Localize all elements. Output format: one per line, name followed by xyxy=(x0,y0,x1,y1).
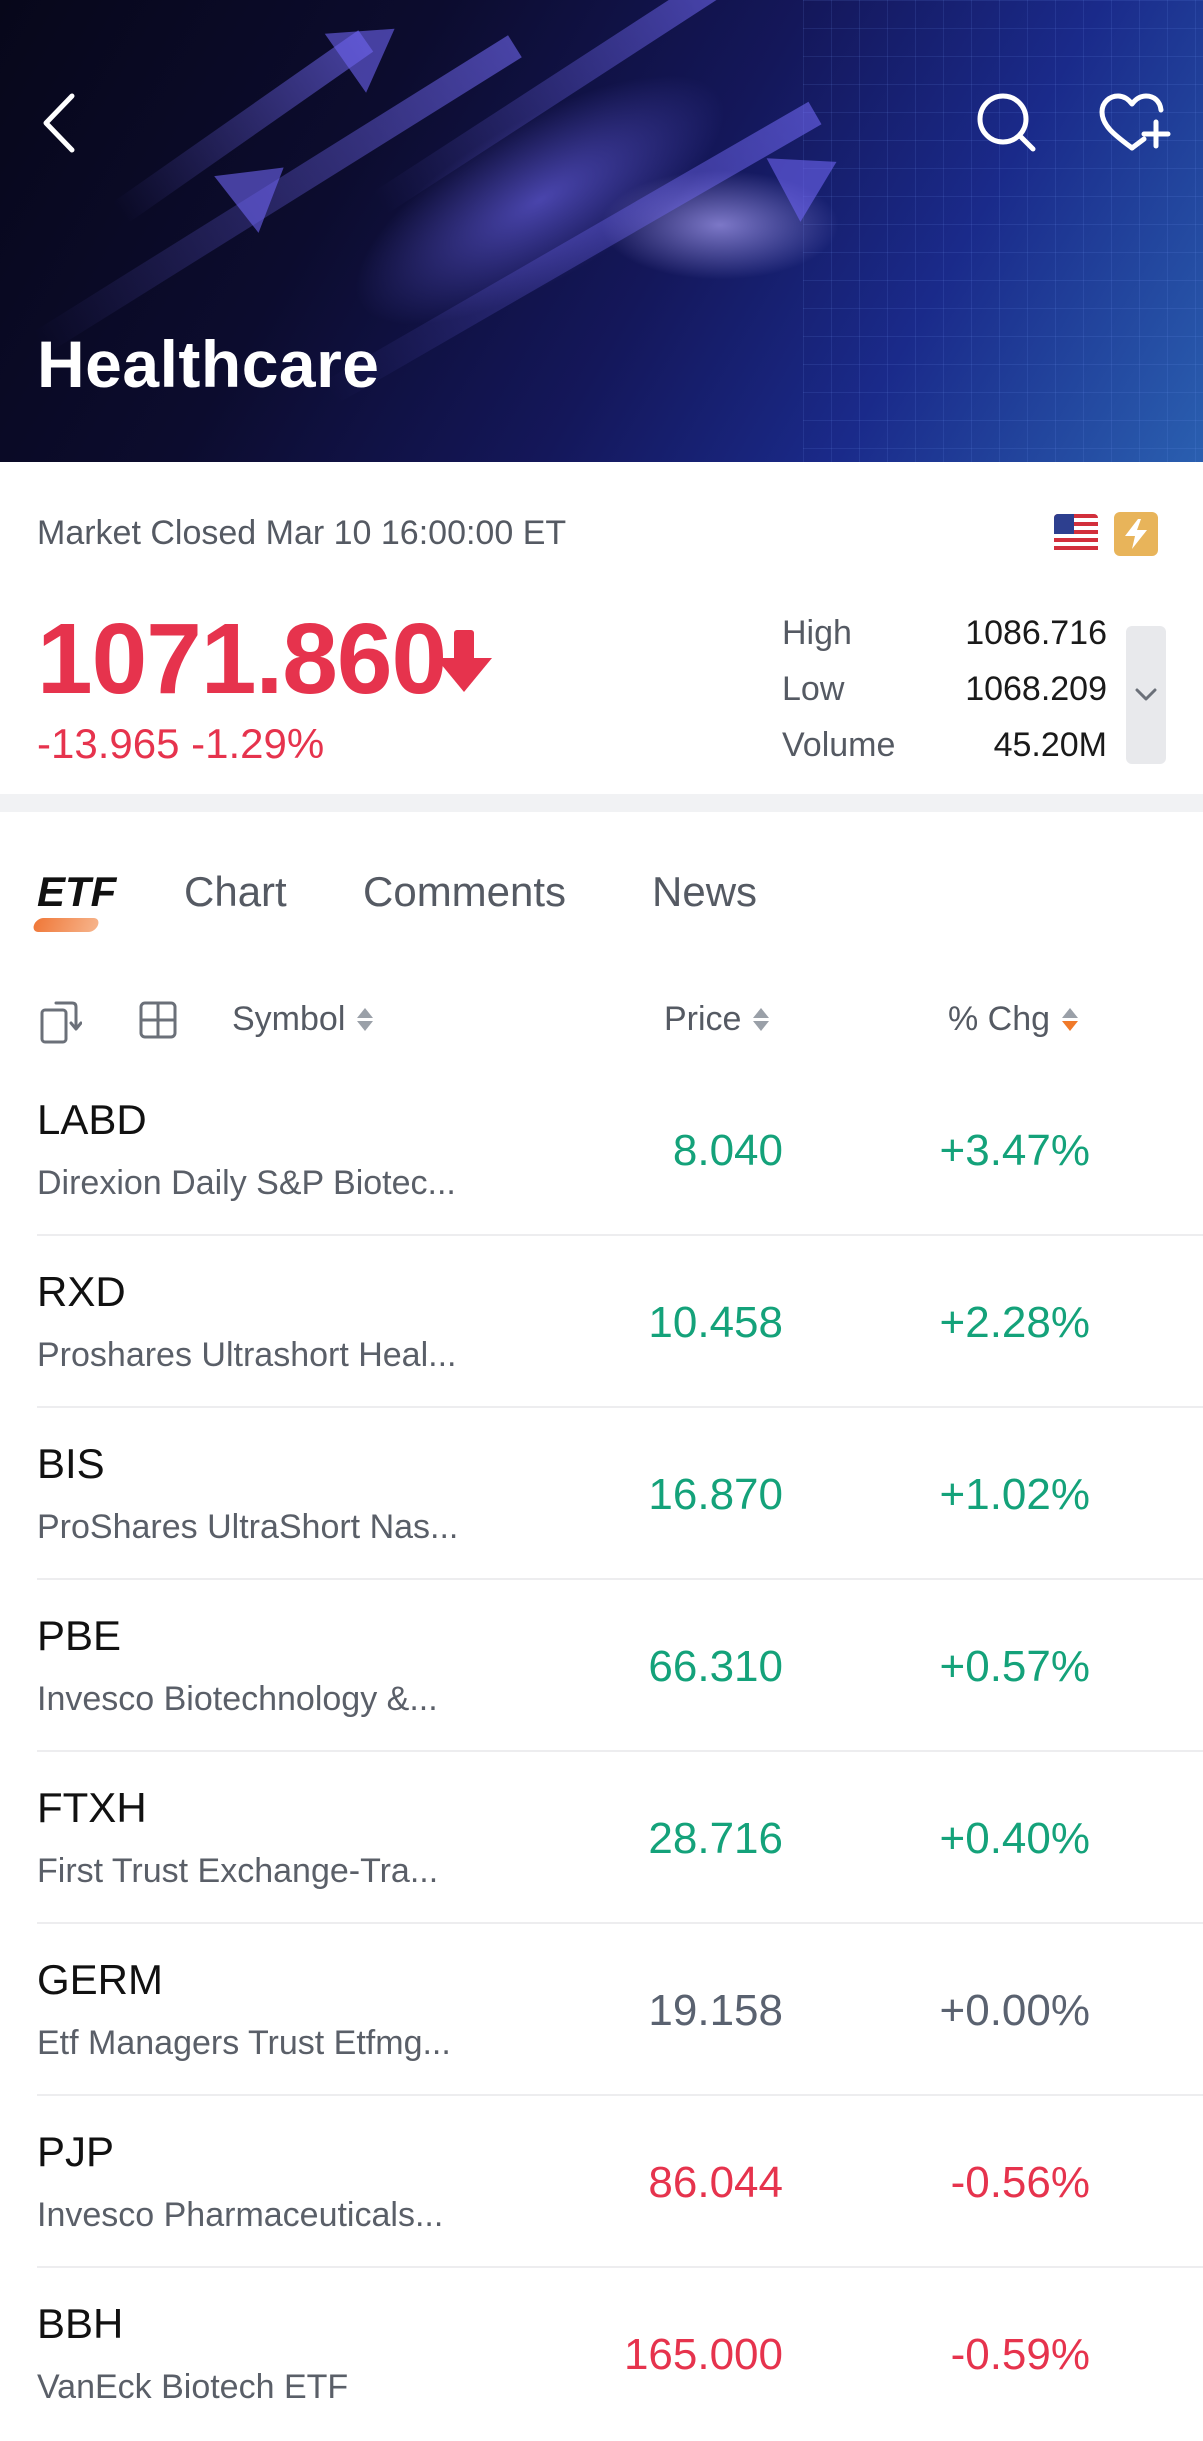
item-name: Direxion Daily S&P Biotec... xyxy=(37,1164,456,1202)
sort-icon xyxy=(753,1008,770,1031)
item-change: +1.02% xyxy=(939,1470,1090,1519)
stat-volume: Volume 45.20M xyxy=(782,726,1107,782)
heart-plus-icon xyxy=(1099,93,1171,151)
sort-symbol-button[interactable]: Symbol xyxy=(232,1000,374,1039)
grid-view-button[interactable] xyxy=(138,1000,178,1040)
column-label-symbol: Symbol xyxy=(232,1000,346,1038)
grid-icon xyxy=(139,1001,177,1039)
list-item[interactable]: FTXH First Trust Exchange-Tra... 28.716 … xyxy=(0,1752,1203,1924)
item-symbol: LABD xyxy=(37,1096,147,1143)
item-name: ProShares UltraShort Nas... xyxy=(37,1508,459,1546)
list-header: Symbol Price % Chg xyxy=(0,990,1203,1054)
item-name: Proshares Ultrashort Heal... xyxy=(37,1336,457,1374)
item-symbol: BIS xyxy=(37,1440,105,1487)
search-button[interactable] xyxy=(972,88,1042,158)
banner-arrow-decoration xyxy=(324,0,416,93)
stat-low: Low 1068.209 xyxy=(782,670,1107,726)
item-name: Etf Managers Trust Etfmg... xyxy=(37,2024,451,2062)
item-name: Invesco Biotechnology &... xyxy=(37,1680,438,1718)
item-symbol: RXD xyxy=(37,1268,126,1315)
rotate-view-button[interactable] xyxy=(38,998,82,1046)
sort-icon xyxy=(357,1008,374,1031)
price-stats: High 1086.716 Low 1068.209 Volume 45.20M xyxy=(782,614,1107,782)
stat-label: Volume xyxy=(782,726,896,764)
tab-chart[interactable]: Chart xyxy=(184,868,287,916)
item-symbol: BBH xyxy=(37,2300,124,2347)
item-price: 28.716 xyxy=(648,1814,783,1863)
list-item[interactable]: PBE Invesco Biotechnology &... 66.310 +0… xyxy=(0,1580,1203,1752)
tab-news[interactable]: News xyxy=(652,868,757,916)
stat-label: High xyxy=(782,614,852,652)
list-item[interactable]: RXD Proshares Ultrashort Heal... 10.458 … xyxy=(0,1236,1203,1408)
item-price: 19.158 xyxy=(648,1986,783,2035)
item-price: 66.310 xyxy=(648,1642,783,1691)
item-price: 86.044 xyxy=(648,2158,783,2207)
list-item[interactable]: BBH VanEck Biotech ETF 165.000 -0.59% xyxy=(0,2268,1203,2440)
price-down-arrow-icon xyxy=(434,628,494,699)
sort-change-button[interactable]: % Chg xyxy=(948,1000,1079,1039)
item-change: +3.47% xyxy=(939,1126,1090,1175)
item-symbol: GERM xyxy=(37,1956,163,2003)
market-status: Market Closed Mar 10 16:00:00 ET xyxy=(37,514,567,552)
tab-bar: ETF Chart Comments News xyxy=(0,868,1203,948)
list-item[interactable]: GERM Etf Managers Trust Etfmg... 19.158 … xyxy=(0,1924,1203,2096)
item-name: First Trust Exchange-Tra... xyxy=(37,1852,439,1890)
item-symbol: PBE xyxy=(37,1612,122,1659)
item-change: +0.00% xyxy=(939,1986,1090,2035)
item-change: +0.40% xyxy=(939,1814,1090,1863)
item-name: Invesco Pharmaceuticals... xyxy=(37,2196,444,2234)
stat-value: 45.20M xyxy=(993,726,1107,764)
column-label-price: Price xyxy=(664,1000,742,1038)
back-chevron-icon xyxy=(43,93,75,153)
stat-high: High 1086.716 xyxy=(782,614,1107,670)
item-symbol: FTXH xyxy=(37,1784,147,1831)
price-change: -13.965 -1.29% xyxy=(37,720,325,767)
item-price: 16.870 xyxy=(648,1470,783,1519)
item-price: 165.000 xyxy=(623,2330,783,2379)
header-banner: Healthcare xyxy=(0,0,1203,462)
stat-value: 1068.209 xyxy=(965,670,1107,708)
banner-grid-decoration xyxy=(803,0,1203,462)
item-change: +0.57% xyxy=(939,1642,1090,1691)
sort-price-button[interactable]: Price xyxy=(664,1000,770,1039)
last-price: 1071.860 xyxy=(37,603,447,715)
item-price: 8.040 xyxy=(672,1126,783,1175)
chevron-down-icon xyxy=(1135,688,1157,701)
etf-list: LABD Direxion Daily S&P Biotec... 8.040 … xyxy=(0,1064,1203,2440)
item-price: 10.458 xyxy=(648,1298,783,1347)
sort-active-icon xyxy=(1062,1008,1079,1031)
column-label-change: % Chg xyxy=(948,1000,1051,1038)
stat-label: Low xyxy=(782,670,845,708)
page-title: Healthcare xyxy=(37,327,380,401)
active-tab-indicator xyxy=(31,918,101,932)
list-item[interactable]: BIS ProShares UltraShort Nas... 16.870 +… xyxy=(0,1408,1203,1580)
item-symbol: PJP xyxy=(37,2128,115,2175)
item-change: -0.56% xyxy=(950,2158,1090,2207)
rotate-screen-icon xyxy=(40,1001,82,1044)
back-button[interactable] xyxy=(30,88,86,158)
item-name: VanEck Biotech ETF xyxy=(37,2368,349,2406)
add-to-watchlist-button[interactable] xyxy=(1094,88,1174,158)
us-flag-icon xyxy=(1054,514,1098,554)
tab-etf[interactable]: ETF xyxy=(37,868,116,916)
list-item[interactable]: PJP Invesco Pharmaceuticals... 86.044 -0… xyxy=(0,2096,1203,2268)
list-item[interactable]: LABD Direxion Daily S&P Biotec... 8.040 … xyxy=(0,1064,1203,1236)
lightning-icon[interactable] xyxy=(1114,512,1158,556)
item-change: +2.28% xyxy=(939,1298,1090,1347)
market-summary: Market Closed Mar 10 16:00:00 ET 1071.86… xyxy=(0,462,1203,794)
section-divider xyxy=(0,794,1203,812)
stat-value: 1086.716 xyxy=(965,614,1107,652)
expand-stats-button[interactable] xyxy=(1126,626,1166,764)
item-change: -0.59% xyxy=(950,2330,1090,2379)
search-icon xyxy=(977,93,1036,152)
tab-comments[interactable]: Comments xyxy=(363,868,566,916)
